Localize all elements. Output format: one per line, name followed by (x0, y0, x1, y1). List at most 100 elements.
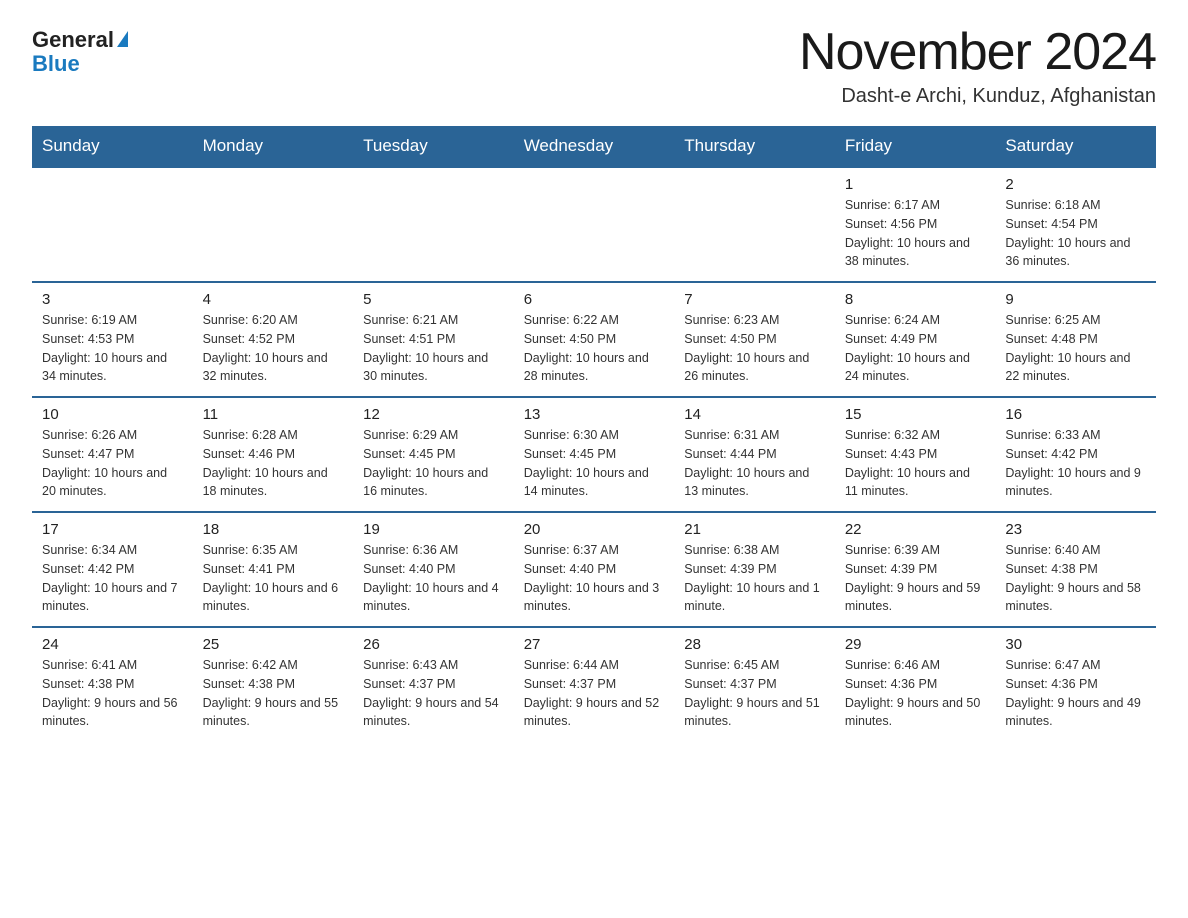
day-info: Sunrise: 6:46 AM Sunset: 4:36 PM Dayligh… (845, 656, 986, 731)
calendar-cell: 24 Sunrise: 6:41 AM Sunset: 4:38 PM Dayli… (32, 627, 193, 741)
calendar-cell (514, 167, 675, 282)
day-number: 5 (363, 291, 504, 308)
calendar-subtitle: Dasht-e Archi, Kunduz, Afghanistan (799, 85, 1156, 108)
day-info: Sunrise: 6:34 AM Sunset: 4:42 PM Dayligh… (42, 541, 183, 616)
title-area: November 2024 Dasht-e Archi, Kunduz, Afg… (799, 24, 1156, 108)
calendar-cell: 11 Sunrise: 6:28 AM Sunset: 4:46 PM Dayli… (193, 397, 354, 512)
day-number: 21 (684, 521, 825, 538)
day-number: 30 (1005, 636, 1146, 653)
calendar-body: 1 Sunrise: 6:17 AM Sunset: 4:56 PM Daylig… (32, 167, 1156, 741)
day-number: 6 (524, 291, 665, 308)
calendar-cell: 28 Sunrise: 6:45 AM Sunset: 4:37 PM Dayli… (674, 627, 835, 741)
day-number: 28 (684, 636, 825, 653)
logo: General Blue (32, 28, 128, 76)
day-info: Sunrise: 6:22 AM Sunset: 4:50 PM Dayligh… (524, 311, 665, 386)
calendar-cell: 17Sunrise: 6:34 AM Sunset: 4:42 PM Dayli… (32, 512, 193, 627)
day-info: Sunrise: 6:28 AM Sunset: 4:46 PM Dayligh… (203, 426, 344, 501)
calendar-cell: 30 Sunrise: 6:47 AM Sunset: 4:36 PM Dayli… (995, 627, 1156, 741)
weekday-header-tuesday: Tuesday (353, 126, 514, 167)
calendar-cell: 2 Sunrise: 6:18 AM Sunset: 4:54 PM Daylig… (995, 167, 1156, 282)
day-number: 11 (203, 406, 344, 423)
calendar-cell: 7 Sunrise: 6:23 AM Sunset: 4:50 PM Daylig… (674, 282, 835, 397)
day-number: 22 (845, 521, 986, 538)
calendar-cell: 12Sunrise: 6:29 AM Sunset: 4:45 PM Dayli… (353, 397, 514, 512)
calendar-week-row: 24 Sunrise: 6:41 AM Sunset: 4:38 PM Dayli… (32, 627, 1156, 741)
day-info: Sunrise: 6:21 AM Sunset: 4:51 PM Dayligh… (363, 311, 504, 386)
day-number: 2 (1005, 176, 1146, 193)
calendar-cell: 15Sunrise: 6:32 AM Sunset: 4:43 PM Dayli… (835, 397, 996, 512)
calendar-cell: 4 Sunrise: 6:20 AM Sunset: 4:52 PM Daylig… (193, 282, 354, 397)
day-info: Sunrise: 6:18 AM Sunset: 4:54 PM Dayligh… (1005, 196, 1146, 271)
calendar-week-row: 3 Sunrise: 6:19 AM Sunset: 4:53 PM Daylig… (32, 282, 1156, 397)
day-number: 24 (42, 636, 183, 653)
day-number: 3 (42, 291, 183, 308)
calendar-cell: 10 Sunrise: 6:26 AM Sunset: 4:47 PM Dayli… (32, 397, 193, 512)
calendar-cell: 13 Sunrise: 6:30 AM Sunset: 4:45 PM Dayli… (514, 397, 675, 512)
day-info: Sunrise: 6:23 AM Sunset: 4:50 PM Dayligh… (684, 311, 825, 386)
day-number: 1 (845, 176, 986, 193)
calendar-cell: 3 Sunrise: 6:19 AM Sunset: 4:53 PM Daylig… (32, 282, 193, 397)
day-info: Sunrise: 6:26 AM Sunset: 4:47 PM Dayligh… (42, 426, 183, 501)
calendar-cell (32, 167, 193, 282)
day-info: Sunrise: 6:41 AM Sunset: 4:38 PM Dayligh… (42, 656, 183, 731)
calendar-week-row: 17Sunrise: 6:34 AM Sunset: 4:42 PM Dayli… (32, 512, 1156, 627)
header: General Blue November 2024 Dasht-e Archi… (32, 24, 1156, 108)
calendar-week-row: 10 Sunrise: 6:26 AM Sunset: 4:47 PM Dayli… (32, 397, 1156, 512)
day-info: Sunrise: 6:35 AM Sunset: 4:41 PM Dayligh… (203, 541, 344, 616)
day-number: 9 (1005, 291, 1146, 308)
calendar-cell (353, 167, 514, 282)
calendar-cell: 29 Sunrise: 6:46 AM Sunset: 4:36 PM Dayli… (835, 627, 996, 741)
weekday-header-row: SundayMondayTuesdayWednesdayThursdayFrid… (32, 126, 1156, 167)
day-number: 18 (203, 521, 344, 538)
calendar-cell: 6 Sunrise: 6:22 AM Sunset: 4:50 PM Daylig… (514, 282, 675, 397)
calendar-cell: 27Sunrise: 6:44 AM Sunset: 4:37 PM Dayli… (514, 627, 675, 741)
day-info: Sunrise: 6:38 AM Sunset: 4:39 PM Dayligh… (684, 541, 825, 616)
calendar-cell: 5 Sunrise: 6:21 AM Sunset: 4:51 PM Daylig… (353, 282, 514, 397)
calendar-cell (193, 167, 354, 282)
day-info: Sunrise: 6:17 AM Sunset: 4:56 PM Dayligh… (845, 196, 986, 271)
calendar-cell (674, 167, 835, 282)
day-number: 20 (524, 521, 665, 538)
day-number: 19 (363, 521, 504, 538)
day-number: 4 (203, 291, 344, 308)
day-number: 25 (203, 636, 344, 653)
logo-triangle-icon (117, 31, 128, 47)
weekday-header-thursday: Thursday (674, 126, 835, 167)
day-number: 16 (1005, 406, 1146, 423)
day-info: Sunrise: 6:47 AM Sunset: 4:36 PM Dayligh… (1005, 656, 1146, 731)
day-number: 7 (684, 291, 825, 308)
day-info: Sunrise: 6:20 AM Sunset: 4:52 PM Dayligh… (203, 311, 344, 386)
day-info: Sunrise: 6:45 AM Sunset: 4:37 PM Dayligh… (684, 656, 825, 731)
day-number: 27 (524, 636, 665, 653)
day-number: 13 (524, 406, 665, 423)
day-number: 29 (845, 636, 986, 653)
day-number: 14 (684, 406, 825, 423)
weekday-header-saturday: Saturday (995, 126, 1156, 167)
day-info: Sunrise: 6:36 AM Sunset: 4:40 PM Dayligh… (363, 541, 504, 616)
day-info: Sunrise: 6:30 AM Sunset: 4:45 PM Dayligh… (524, 426, 665, 501)
day-info: Sunrise: 6:43 AM Sunset: 4:37 PM Dayligh… (363, 656, 504, 731)
calendar-cell: 9Sunrise: 6:25 AM Sunset: 4:48 PM Daylig… (995, 282, 1156, 397)
calendar-cell: 26 Sunrise: 6:43 AM Sunset: 4:37 PM Dayli… (353, 627, 514, 741)
calendar-cell: 18 Sunrise: 6:35 AM Sunset: 4:41 PM Dayli… (193, 512, 354, 627)
weekday-header-sunday: Sunday (32, 126, 193, 167)
calendar-cell: 8Sunrise: 6:24 AM Sunset: 4:49 PM Daylig… (835, 282, 996, 397)
day-number: 10 (42, 406, 183, 423)
calendar-cell: 23Sunrise: 6:40 AM Sunset: 4:38 PM Dayli… (995, 512, 1156, 627)
calendar-week-row: 1 Sunrise: 6:17 AM Sunset: 4:56 PM Daylig… (32, 167, 1156, 282)
day-info: Sunrise: 6:37 AM Sunset: 4:40 PM Dayligh… (524, 541, 665, 616)
calendar-cell: 21 Sunrise: 6:38 AM Sunset: 4:39 PM Dayli… (674, 512, 835, 627)
day-info: Sunrise: 6:29 AM Sunset: 4:45 PM Dayligh… (363, 426, 504, 501)
calendar-cell: 14 Sunrise: 6:31 AM Sunset: 4:44 PM Dayli… (674, 397, 835, 512)
day-number: 26 (363, 636, 504, 653)
calendar-cell: 1 Sunrise: 6:17 AM Sunset: 4:56 PM Daylig… (835, 167, 996, 282)
day-info: Sunrise: 6:39 AM Sunset: 4:39 PM Dayligh… (845, 541, 986, 616)
day-info: Sunrise: 6:19 AM Sunset: 4:53 PM Dayligh… (42, 311, 183, 386)
calendar-cell: 16 Sunrise: 6:33 AM Sunset: 4:42 PM Dayli… (995, 397, 1156, 512)
calendar-title: November 2024 (799, 24, 1156, 81)
calendar-cell: 22 Sunrise: 6:39 AM Sunset: 4:39 PM Dayli… (835, 512, 996, 627)
day-info: Sunrise: 6:31 AM Sunset: 4:44 PM Dayligh… (684, 426, 825, 501)
calendar-cell: 19 Sunrise: 6:36 AM Sunset: 4:40 PM Dayli… (353, 512, 514, 627)
day-number: 8 (845, 291, 986, 308)
day-info: Sunrise: 6:33 AM Sunset: 4:42 PM Dayligh… (1005, 426, 1146, 501)
